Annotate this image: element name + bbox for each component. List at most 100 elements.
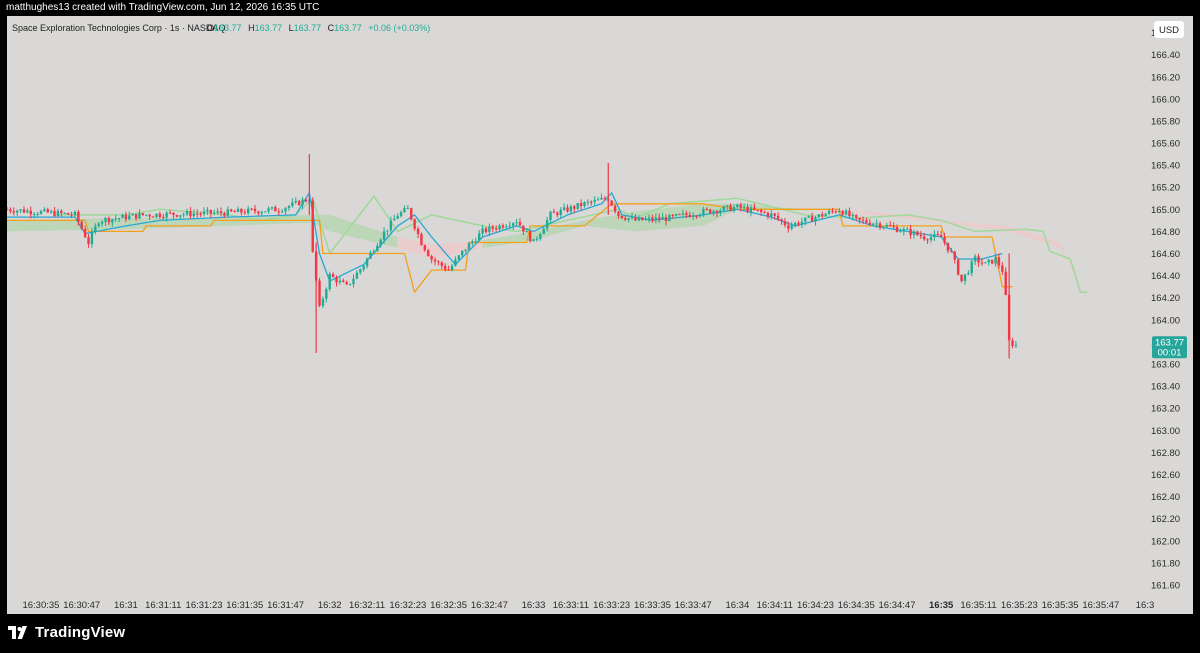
candle-body <box>522 225 525 232</box>
candle-body <box>338 280 342 283</box>
candle-body <box>318 280 321 306</box>
price-tick-label: 164.80 <box>1151 227 1180 238</box>
candle-body <box>532 239 535 242</box>
time-tick-label: 16:31:11 <box>145 600 181 611</box>
candle-body <box>569 206 573 212</box>
candle-body <box>66 213 70 215</box>
price-tick-label: 161.60 <box>1151 580 1180 591</box>
candle-body <box>87 237 90 244</box>
candle-body <box>848 210 851 217</box>
legend-high-value: 163.77 <box>255 23 283 33</box>
price-tick-label: 166.00 <box>1151 94 1180 105</box>
candle-body <box>906 228 909 230</box>
legend-symbol: Space Exploration Technologies Corp · 1s… <box>12 23 225 33</box>
base-line <box>7 203 1013 293</box>
candle-body <box>651 217 654 221</box>
candle-body <box>477 233 481 242</box>
candle-body <box>590 201 593 203</box>
candle-body <box>851 214 855 217</box>
candle-body <box>858 217 861 220</box>
candle-body <box>464 249 467 251</box>
candle-body <box>9 209 12 212</box>
candle-body <box>267 208 270 212</box>
candle-body <box>321 298 325 306</box>
candle-body <box>49 211 53 213</box>
candle-body <box>151 216 155 218</box>
candle-body <box>559 209 562 216</box>
chart-panel[interactable]: 166.60166.40166.20166.00165.80165.60165.… <box>7 16 1193 614</box>
candle-body <box>359 269 362 273</box>
candle-body <box>60 210 63 214</box>
candle-body <box>634 217 637 221</box>
candle-body <box>681 213 685 215</box>
candle-body <box>437 261 440 263</box>
price-tick-label: 162.20 <box>1151 514 1180 525</box>
candle-body <box>226 209 230 216</box>
candle-body <box>576 203 579 209</box>
candle-body <box>987 259 990 263</box>
countdown-value: 00:01 <box>1158 348 1182 359</box>
time-tick-label: 16:34:23 <box>797 600 834 611</box>
candle-body <box>43 209 46 211</box>
candle-body <box>90 232 94 244</box>
candle-body <box>291 202 294 207</box>
candle-body <box>508 225 511 227</box>
price-chart[interactable]: 166.60166.40166.20166.00165.80165.60165.… <box>7 16 1193 614</box>
time-tick-label: 16:34:35 <box>838 600 875 611</box>
candle-body <box>766 212 770 217</box>
candle-body <box>885 225 889 227</box>
candle-body <box>566 207 569 212</box>
candle-body <box>107 217 111 223</box>
candle-body <box>804 217 807 222</box>
candle-body <box>552 211 556 213</box>
legend-close-value: 163.77 <box>334 23 362 33</box>
candle-body <box>263 211 267 213</box>
candle-body <box>213 212 216 214</box>
candle-body <box>403 208 406 213</box>
candle-body <box>630 217 634 219</box>
candle-body <box>328 274 331 290</box>
candle-body <box>481 228 484 234</box>
candle-body <box>488 226 491 233</box>
price-tick-label: 162.40 <box>1151 492 1180 503</box>
price-tick-label: 162.80 <box>1151 448 1180 459</box>
candle-body <box>712 210 715 214</box>
candle-body <box>756 209 759 211</box>
candle-body <box>763 212 766 214</box>
time-tick-label: 16:30:47 <box>63 600 100 611</box>
candle-body <box>926 239 929 241</box>
candle-body <box>838 210 841 213</box>
candle-body <box>627 218 630 220</box>
candle-body <box>749 207 753 213</box>
time-tick-label: 16:31:47 <box>267 600 304 611</box>
time-tick-label: 16:31 <box>114 600 138 611</box>
usd-button[interactable]: USD <box>1154 21 1184 38</box>
candle-body <box>376 245 379 252</box>
candle-body <box>722 206 725 211</box>
price-tick-label: 163.20 <box>1151 404 1180 415</box>
candle-body <box>698 214 702 217</box>
last-price-badge: 163.77 00:01 <box>1152 336 1187 359</box>
candle-body <box>984 262 987 264</box>
candle-body <box>199 213 202 215</box>
candle-body <box>797 222 800 225</box>
tradingview-logo[interactable]: TradingView <box>8 624 125 641</box>
candle-body <box>868 222 872 225</box>
candle-body <box>831 210 834 212</box>
candle-body <box>22 209 26 213</box>
candle-body <box>111 219 114 223</box>
candle-body <box>736 204 739 208</box>
candle-body <box>301 199 304 206</box>
candle-body <box>77 211 80 222</box>
candle-body <box>671 214 675 216</box>
candle-body <box>525 231 528 233</box>
candle-body <box>134 213 138 219</box>
candle-body <box>773 213 776 216</box>
time-axis[interactable]: 16:30:35 16:30:47 16:31 16:31:11 16:31:23 16:… <box>22 600 1154 611</box>
price-axis[interactable]: 166.60166.40166.20166.00165.80165.60165.… <box>1145 16 1193 614</box>
candle-body <box>613 205 617 212</box>
price-tick-label: 166.40 <box>1151 50 1180 61</box>
candle-body <box>230 209 233 212</box>
candle-body <box>617 211 620 216</box>
price-tick-label: 165.40 <box>1151 161 1180 172</box>
